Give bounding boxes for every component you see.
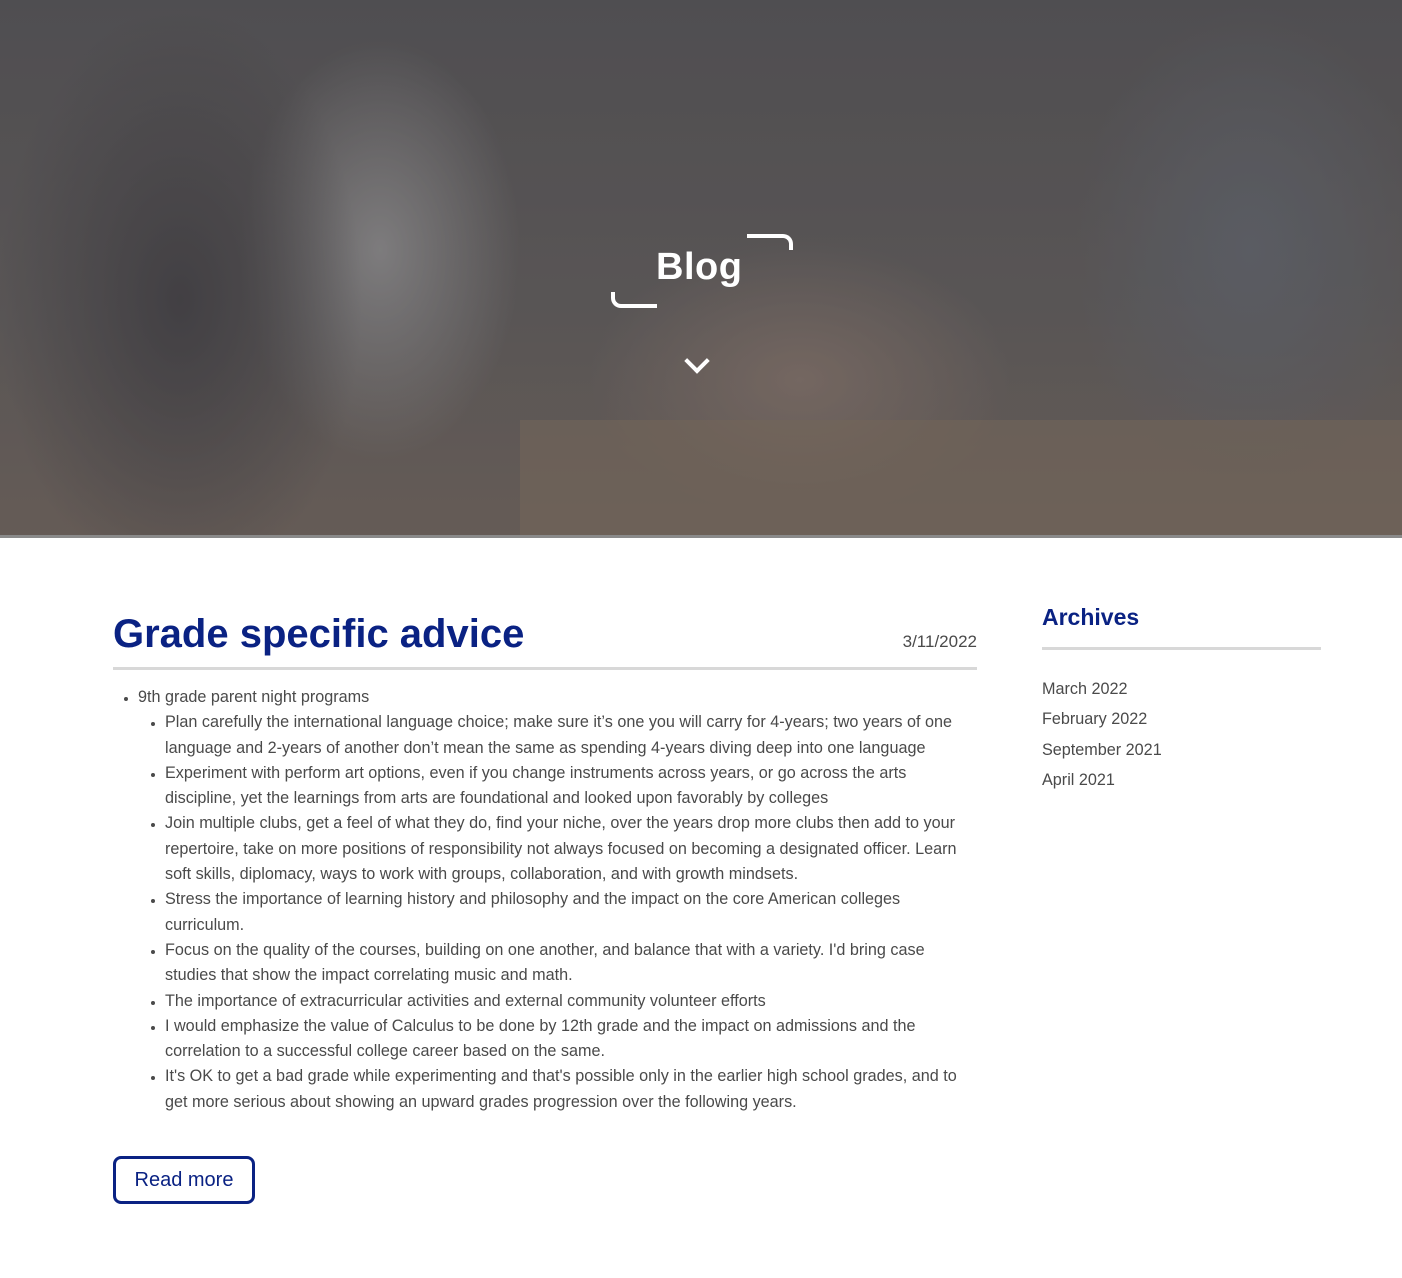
list-item: I would emphasize the value of Calculus … xyxy=(165,1014,977,1065)
list-item: It's OK to get a bad grade while experim… xyxy=(165,1064,977,1115)
bracket-decoration xyxy=(611,292,657,308)
hero-banner: Blog xyxy=(0,0,1402,538)
list-item-text: 9th grade parent night programs xyxy=(138,688,370,706)
list-item: 9th grade parent night programs Plan car… xyxy=(138,685,977,1115)
post-date: 3/11/2022 xyxy=(902,632,977,651)
post-title[interactable]: Grade specific advice xyxy=(113,612,524,657)
archives-title: Archives xyxy=(1042,604,1140,630)
list-item: Focus on the quality of the courses, bui… xyxy=(165,938,977,989)
bracket-decoration xyxy=(747,234,793,250)
list-item: Experiment with perform art options, eve… xyxy=(165,761,977,812)
divider xyxy=(113,667,977,670)
list-item: The importance of extracurricular activi… xyxy=(165,989,977,1014)
list-item: Stress the importance of learning histor… xyxy=(165,887,977,938)
archive-link-march-2022[interactable]: March 2022 xyxy=(1042,674,1162,704)
list-item: Plan carefully the international languag… xyxy=(165,710,977,761)
read-more-button[interactable]: Read more xyxy=(113,1156,255,1204)
archive-link-february-2022[interactable]: February 2022 xyxy=(1042,704,1162,734)
divider xyxy=(1042,647,1321,650)
post-content: 9th grade parent night programs Plan car… xyxy=(113,685,977,1115)
archive-link-april-2021[interactable]: April 2021 xyxy=(1042,765,1162,795)
archive-link-september-2021[interactable]: September 2021 xyxy=(1042,735,1162,765)
page-title: Blog xyxy=(656,246,743,288)
archives-list: March 2022 February 2022 September 2021 … xyxy=(1042,674,1162,795)
list-item: Join multiple clubs, get a feel of what … xyxy=(165,811,977,887)
